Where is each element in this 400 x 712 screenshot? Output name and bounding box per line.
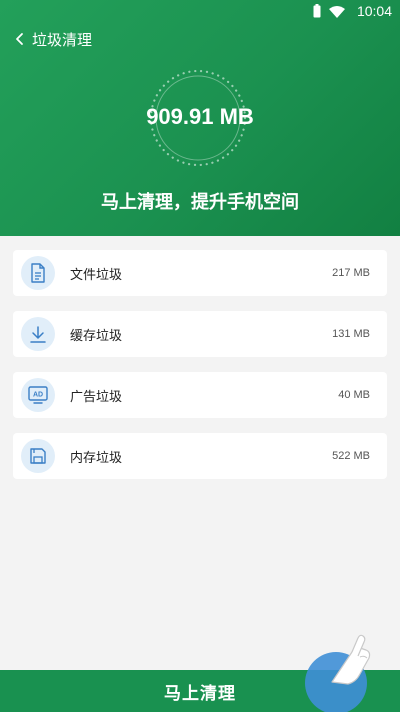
- item-label: 文件垃圾: [70, 267, 123, 283]
- status-bar: 10:04: [0, 0, 400, 24]
- junk-item-file[interactable]: 文件垃圾 217 MB: [13, 250, 387, 296]
- item-label: 内存垃圾: [70, 450, 123, 466]
- item-size: 131 MB: [332, 328, 370, 340]
- header-banner: 10:04 垃圾清理 909.91 MB 马上清理，提升手机空间: [0, 0, 400, 236]
- ad-icon: AD: [28, 386, 48, 404]
- icon-badge: [21, 317, 55, 351]
- nav-back[interactable]: 垃圾清理: [12, 26, 92, 52]
- icon-badge: [21, 256, 55, 290]
- battery-icon: [313, 4, 321, 18]
- header-slogan: 马上清理，提升手机空间: [101, 192, 299, 213]
- total-junk-size: 909.91 MB: [146, 104, 254, 129]
- junk-item-cache[interactable]: 缓存垃圾 131 MB: [13, 311, 387, 357]
- junk-item-ads[interactable]: AD 广告垃圾 40 MB: [13, 372, 387, 418]
- junk-item-memory[interactable]: 内存垃圾 522 MB: [13, 433, 387, 479]
- icon-badge: [21, 439, 55, 473]
- item-label: 广告垃圾: [70, 389, 123, 405]
- clean-now-label: 马上清理: [164, 683, 236, 704]
- pointing-hand-icon: [331, 634, 371, 685]
- wifi-icon: [329, 6, 345, 18]
- download-icon: [30, 326, 46, 343]
- item-size: 40 MB: [338, 389, 370, 401]
- file-icon: [31, 263, 45, 283]
- icon-badge: AD: [21, 378, 55, 412]
- chevron-left-icon[interactable]: [12, 31, 28, 47]
- junk-list: 文件垃圾 217 MB 缓存垃圾 131 MB AD 广告垃圾 40 MB 内存…: [13, 250, 387, 494]
- item-size: 522 MB: [332, 450, 370, 462]
- page-title: 垃圾清理: [32, 30, 93, 49]
- status-time: 10:04: [356, 3, 392, 19]
- item-label: 缓存垃圾: [70, 328, 123, 344]
- svg-text:AD: AD: [33, 392, 43, 399]
- item-size: 217 MB: [332, 267, 370, 279]
- floppy-icon: [30, 448, 46, 464]
